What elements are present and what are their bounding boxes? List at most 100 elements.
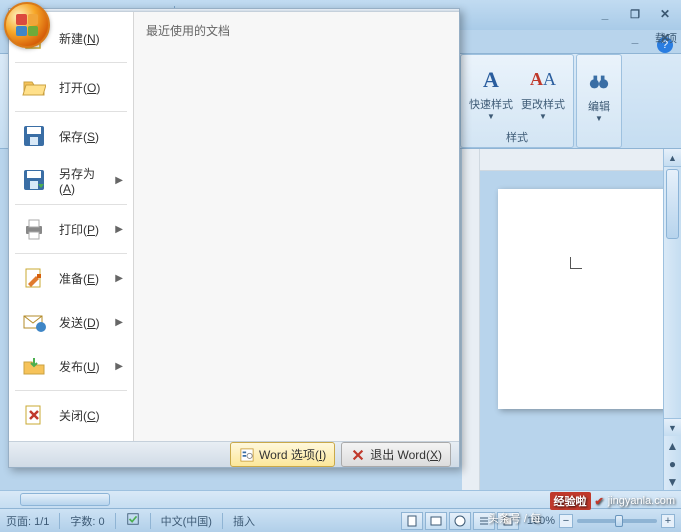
toutiao-watermark: 头条号 / 每 [488, 510, 541, 526]
zoom-out-button[interactable]: − [559, 514, 573, 528]
menu-separator [15, 390, 127, 391]
watermark-brand: 经验啦 [550, 492, 591, 510]
menu-item-print[interactable]: 打印(P) ▶ [9, 207, 133, 251]
menu-item-saveas[interactable]: 另存为(A) ▶ [9, 158, 133, 202]
word-options-button[interactable]: Word 选项(I) [230, 442, 335, 467]
chevron-right-icon: ▶ [115, 317, 123, 328]
browse-object-button[interactable]: ● [666, 456, 679, 472]
prev-page-button[interactable]: ▲ [666, 438, 679, 454]
menu-publish-label: 发布(U) [59, 358, 105, 375]
office-menu: 新建(N) 打开(O) 保存(S) 另存为(A) ▶ 打印(P) ▶ [8, 8, 460, 468]
view-fullscreen-button[interactable] [425, 512, 447, 530]
menu-item-send[interactable]: 发送(D) ▶ [9, 300, 133, 344]
chevron-right-icon: ▶ [115, 273, 123, 284]
menu-close-label: 关闭(C) [59, 407, 123, 424]
menu-item-save[interactable]: 保存(S) [9, 114, 133, 158]
style-a-icon: A [477, 66, 505, 94]
send-icon [19, 307, 49, 337]
zoom-slider[interactable] [577, 519, 657, 523]
vertical-ruler[interactable] [462, 149, 480, 490]
menu-saveas-label: 另存为(A) [59, 165, 105, 196]
menu-send-label: 发送(D) [59, 314, 105, 331]
status-separator [150, 513, 151, 529]
prepare-icon [19, 263, 49, 293]
office-button[interactable] [4, 2, 50, 48]
menu-prepare-label: 准备(E) [59, 270, 105, 287]
scroll-down-button[interactable]: ▼ [664, 418, 681, 436]
page-margin-corner-icon [570, 257, 582, 269]
scroll-up-button[interactable]: ▲ [664, 149, 681, 167]
chevron-down-icon: ▼ [595, 114, 603, 123]
status-language[interactable]: 中文(中国) [161, 513, 212, 529]
document-page[interactable] [498, 189, 663, 409]
menu-separator [15, 62, 127, 63]
word-options-label: Word 选项(I) [259, 446, 326, 463]
quick-styles-label: 快速样式 [469, 96, 513, 112]
ribbon-group-styles: A 快速样式 ▼ AA 更改样式 ▼ 样式 [460, 54, 574, 148]
menu-separator [15, 253, 127, 254]
status-page[interactable]: 页面: 1/1 [6, 513, 49, 529]
restore-button[interactable]: ❐ [625, 6, 645, 22]
recent-documents-header: 最近使用的文档 [146, 22, 447, 39]
document-pane[interactable] [480, 171, 663, 490]
edit-group-label [597, 131, 600, 145]
next-page-button[interactable]: ▼ [666, 474, 679, 490]
styles-group-label: 样式 [506, 127, 528, 145]
menu-separator [15, 111, 127, 112]
chevron-right-icon: ▶ [115, 224, 123, 235]
chevron-right-icon: ▶ [115, 175, 123, 186]
status-separator [115, 513, 116, 529]
office-logo-icon [16, 14, 38, 36]
menu-separator [15, 204, 127, 205]
vscroll-thumb[interactable] [666, 169, 679, 239]
menu-item-open[interactable]: 打开(O) [9, 65, 133, 109]
chevron-down-icon: ▼ [487, 112, 495, 121]
change-styles-button[interactable]: AA 更改样式 ▼ [521, 66, 565, 121]
vertical-scrollbar[interactable]: ▲ ▼ ▲ ● ▼ [663, 149, 681, 490]
exit-icon [350, 447, 366, 463]
exit-word-label: 退出 Word(X) [370, 446, 442, 463]
style-aa-icon: AA [529, 66, 557, 94]
hscroll-thumb[interactable] [20, 493, 110, 506]
office-menu-items: 新建(N) 打开(O) 保存(S) 另存为(A) ▶ 打印(P) ▶ [9, 12, 133, 441]
menu-open-label: 打开(O) [59, 79, 123, 96]
status-separator [222, 513, 223, 529]
menu-new-label: 新建(N) [59, 30, 123, 47]
horizontal-ruler[interactable] [480, 149, 663, 171]
status-word-count[interactable]: 字数: 0 [70, 513, 104, 529]
printer-icon [19, 214, 49, 244]
status-bar: 页面: 1/1 字数: 0 中文(中国) 插入 100% − + [0, 508, 681, 532]
menu-item-publish[interactable]: 发布(U) ▶ [9, 344, 133, 388]
saveas-icon [19, 165, 49, 195]
recent-documents-panel: 最近使用的文档 [133, 12, 459, 441]
save-icon [19, 121, 49, 151]
status-insert-mode[interactable]: 插入 [233, 513, 255, 529]
binoculars-icon [585, 68, 613, 96]
menu-save-label: 保存(S) [59, 128, 123, 145]
view-web-layout-button[interactable] [449, 512, 471, 530]
zoom-slider-thumb[interactable] [615, 515, 623, 527]
close-button[interactable]: ✕ [655, 6, 675, 22]
doc-minimize-button[interactable]: _ [625, 30, 645, 46]
menu-item-close[interactable]: 关闭(C) [9, 393, 133, 437]
view-print-layout-button[interactable] [401, 512, 423, 530]
menu-item-prepare[interactable]: 准备(E) ▶ [9, 256, 133, 300]
site-watermark: 经验啦 ✔ jingyanla.com [550, 492, 675, 510]
folder-open-icon [19, 72, 49, 102]
publish-icon [19, 351, 49, 381]
change-styles-label: 更改样式 [521, 96, 565, 112]
chevron-down-icon: ▼ [539, 112, 547, 121]
chevron-right-icon: ▶ [115, 361, 123, 372]
minimize-button[interactable]: _ [595, 6, 615, 22]
ribbon-tab-label[interactable]: 载项 [655, 30, 677, 46]
watermark-site: jingyanla.com [608, 495, 675, 507]
edit-label: 编辑 [588, 98, 610, 114]
check-icon: ✔ [595, 495, 604, 508]
zoom-in-button[interactable]: + [661, 514, 675, 528]
quick-styles-button[interactable]: A 快速样式 ▼ [469, 66, 513, 121]
exit-word-button[interactable]: 退出 Word(X) [341, 442, 451, 467]
proofing-icon[interactable] [126, 512, 140, 529]
edit-button[interactable]: 编辑 ▼ [585, 68, 613, 123]
status-separator [59, 513, 60, 529]
close-doc-icon [19, 400, 49, 430]
